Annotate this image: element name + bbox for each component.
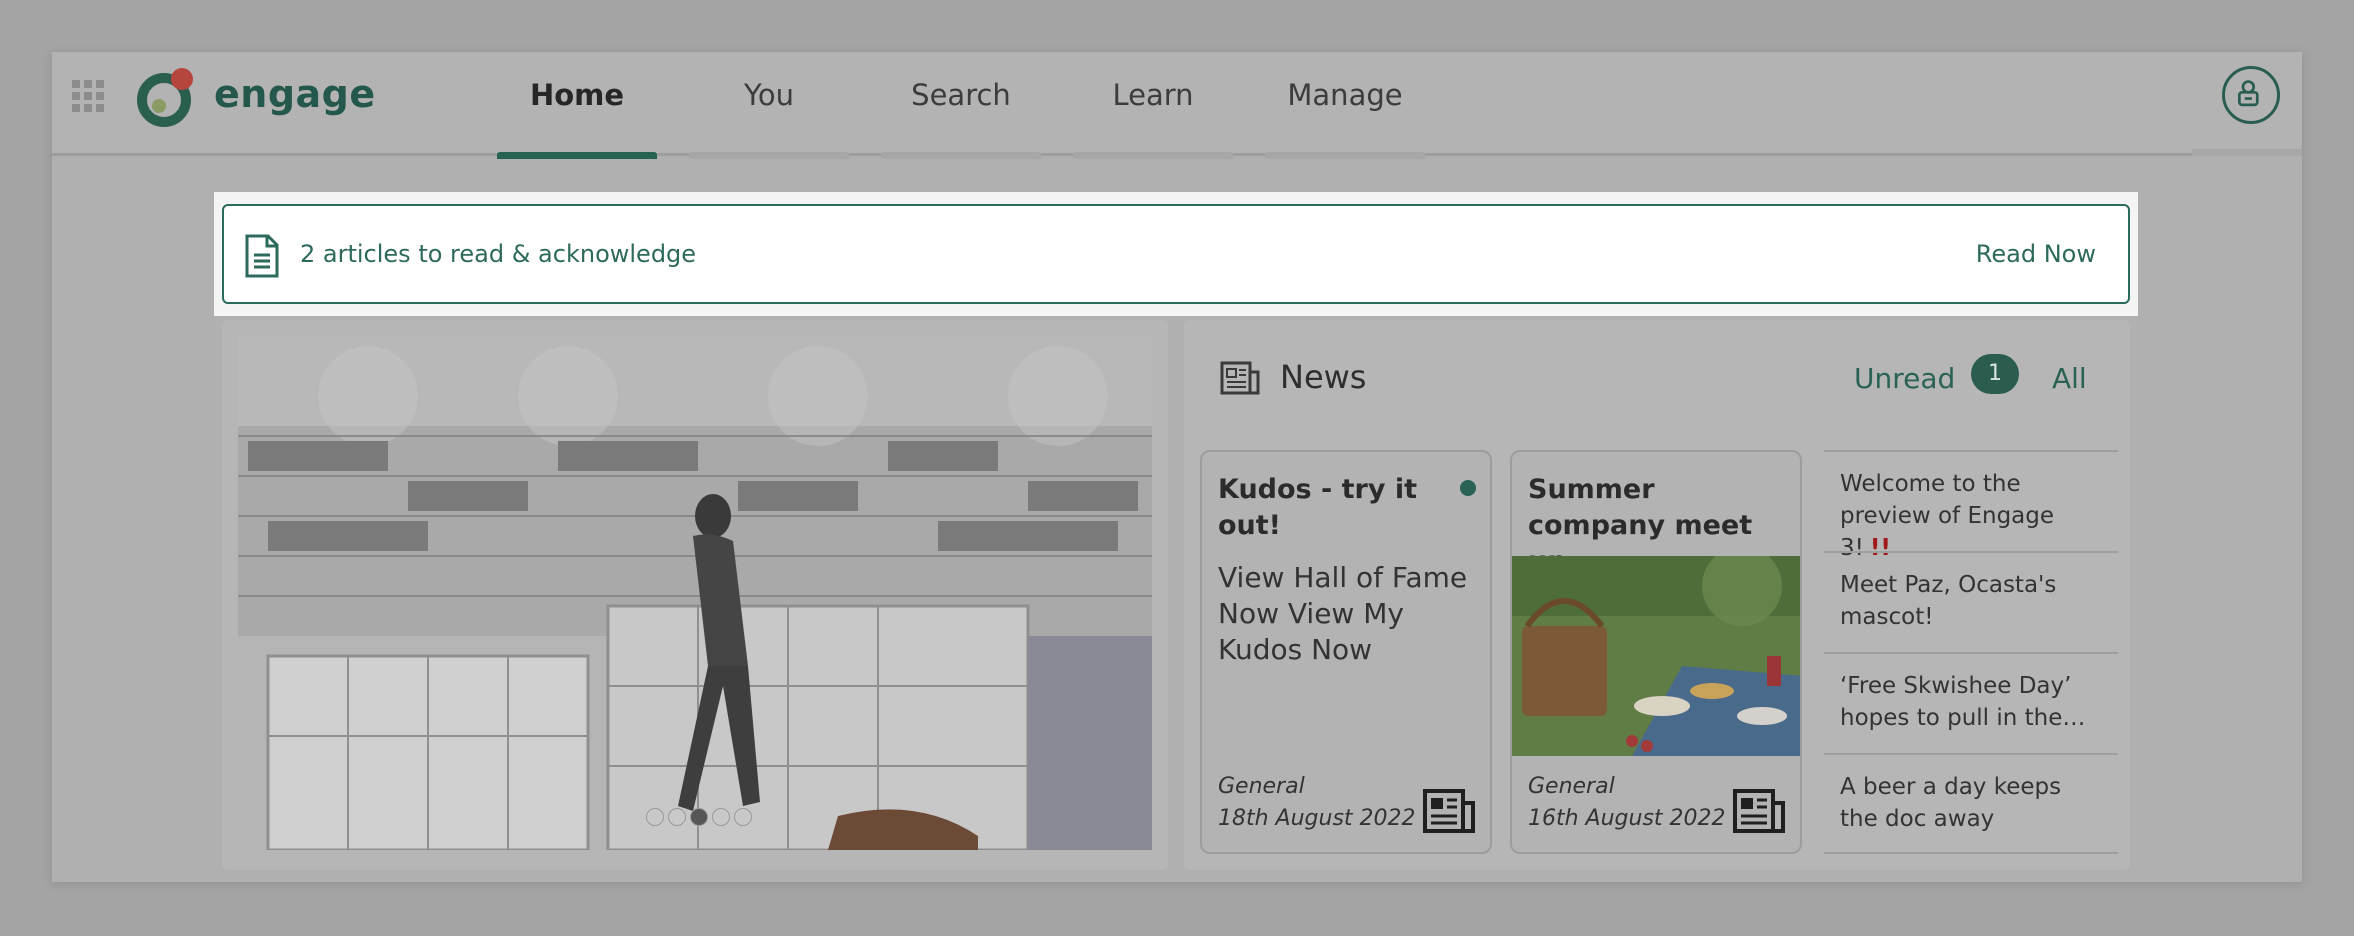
newspaper-icon: [1423, 789, 1475, 833]
carousel-dot-1[interactable]: [646, 808, 664, 826]
news-title: News: [1280, 358, 1367, 396]
tab-you[interactable]: You: [689, 52, 849, 159]
list-item-text: Meet Paz, Ocasta's mascot!: [1840, 572, 2057, 630]
top-navigation-bar: engage Home You Search Learn Manage: [52, 52, 2302, 159]
list-item[interactable]: ‘Free Skwishee Day’ hopes to pull in the…: [1824, 652, 2118, 753]
article-date: 16th August 2022: [1528, 806, 1726, 831]
news-headline-list: Welcome to the preview of Engage 3!!! Me…: [1824, 450, 2118, 854]
unread-filter[interactable]: Unread: [1854, 362, 1955, 395]
picnic-thumbnail-image: [1512, 556, 1800, 756]
app-window: engage Home You Search Learn Manage 2 ar…: [52, 52, 2302, 882]
carousel-dot-5[interactable]: [734, 808, 752, 826]
carousel-dot-4[interactable]: [712, 808, 730, 826]
list-item-text: A beer a day keeps the doc away: [1840, 774, 2062, 832]
list-item[interactable]: Welcome to the preview of Engage 3!!!: [1824, 450, 2118, 561]
article-category: General: [1528, 774, 1615, 799]
article-body: View Hall of Fame Now View My Kudos Now: [1218, 561, 1468, 666]
tab-search-indicator: [881, 152, 1041, 159]
newspaper-icon: [1220, 361, 1260, 395]
unread-count-badge: 1: [1971, 354, 2019, 394]
tab-learn-indicator: [1073, 152, 1233, 159]
list-item-text: ‘Free Skwishee Day’ hopes to pull in the…: [1840, 673, 2086, 731]
carousel-dot-2[interactable]: [668, 808, 686, 826]
profile-avatar-icon[interactable]: [2222, 66, 2280, 124]
tab-home-indicator: [497, 152, 657, 159]
document-icon: [245, 234, 279, 278]
carousel-dot-3[interactable]: [690, 808, 708, 826]
tab-manage-label: Manage: [1287, 78, 1403, 112]
acknowledge-banner-text: 2 articles to read & acknowledge: [300, 240, 697, 268]
tab-you-indicator: [689, 152, 849, 159]
article-title: Kudos - try it out!: [1218, 474, 1418, 541]
unread-indicator-dot: [1460, 480, 1476, 496]
profile-tab-indicator: [2192, 149, 2302, 156]
carousel-pagination: [646, 808, 754, 832]
tab-learn[interactable]: Learn: [1073, 52, 1233, 159]
acknowledge-banner[interactable]: 2 articles to read & acknowledge Read No…: [222, 204, 2130, 304]
list-item[interactable]: Meet Paz, Ocasta's mascot!: [1824, 551, 2118, 652]
tab-search[interactable]: Search: [881, 52, 1041, 159]
tab-you-label: You: [744, 78, 794, 112]
hero-carousel-image[interactable]: [238, 336, 1152, 850]
list-item[interactable]: A beer a day keeps the doc away: [1824, 753, 2118, 854]
store-interior-illustration: [238, 336, 1152, 850]
news-article-card[interactable]: Summer company meet up General 16th Augu…: [1510, 450, 1802, 854]
brand-name: engage: [214, 72, 376, 116]
tab-search-label: Search: [911, 78, 1011, 112]
tab-home[interactable]: Home: [497, 52, 657, 159]
news-article-card[interactable]: Kudos - try it out! View Hall of Fame No…: [1200, 450, 1492, 854]
newspaper-icon: [1733, 789, 1785, 833]
all-filter[interactable]: All: [2052, 362, 2087, 395]
acknowledge-banner-highlight: 2 articles to read & acknowledge Read No…: [214, 192, 2138, 316]
engage-logo-icon: [137, 68, 193, 127]
tab-learn-label: Learn: [1112, 78, 1194, 112]
app-grid-icon[interactable]: [72, 80, 104, 112]
news-panel: News Unread 1 All Kudos - try it out! Vi…: [1184, 320, 2130, 870]
article-date: 18th August 2022: [1218, 806, 1416, 831]
hero-carousel-card: [222, 320, 1168, 870]
tab-manage-indicator: [1265, 152, 1425, 159]
tab-home-label: Home: [529, 78, 625, 112]
article-category: General: [1218, 774, 1305, 799]
read-now-link[interactable]: Read Now: [1976, 240, 2096, 268]
tab-manage[interactable]: Manage: [1265, 52, 1425, 159]
